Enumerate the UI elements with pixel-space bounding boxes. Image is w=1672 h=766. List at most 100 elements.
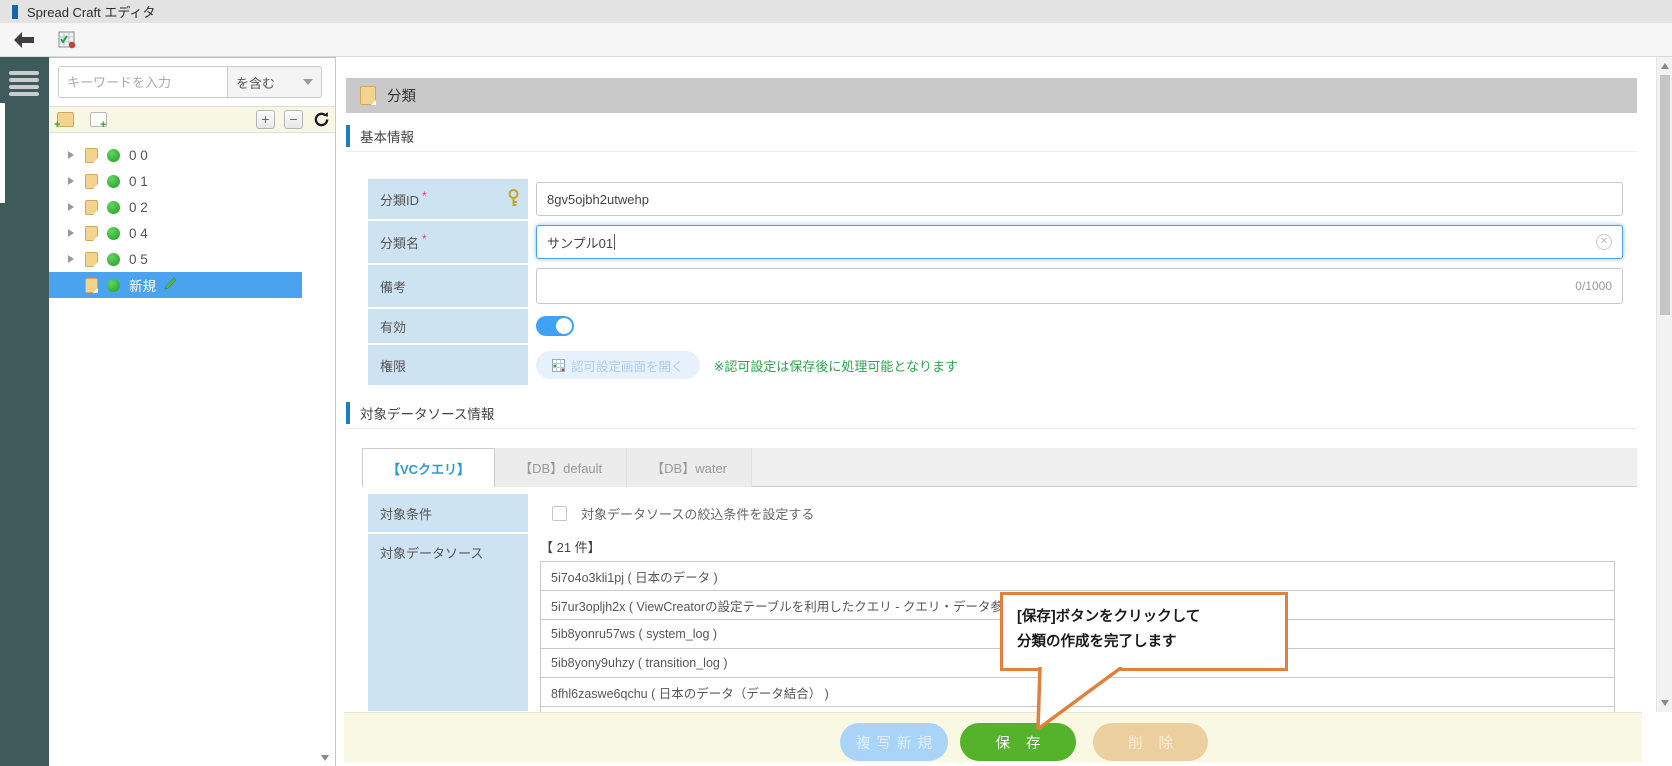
category-name-input[interactable]: サンプル01 ✕ [536,225,1623,259]
datasource-item[interactable]: 5i7o4o3kli1pj ( 日本のデータ ) [540,561,1615,591]
tree-item-label: 0 4 [129,226,148,241]
match-mode-select[interactable]: を含む [228,66,322,98]
section-accent-bar [346,402,350,424]
back-button[interactable] [12,31,36,49]
match-mode-value: を含む [236,73,275,92]
expand-arrow-icon[interactable] [68,177,74,185]
tree-search-row: を含む [49,58,335,106]
open-permission-screen-button[interactable]: 認可設定画面を開く [536,351,700,379]
text-caret [614,234,615,250]
form-row-permission: 権限 認可設定画面を開く ※認可設定は保存後に処理可能となります [368,345,1623,385]
refresh-button[interactable] [313,111,330,128]
expand-all-button[interactable]: + [256,110,275,129]
tree-scroll-down-arrow[interactable] [321,755,329,761]
add-category-button[interactable]: + [57,112,74,127]
field-label: 備考 [368,265,528,307]
tab-vc-query[interactable]: 【VCクエリ】 [362,448,495,487]
category-id-value: 8gv5ojbh2utwehp [547,192,649,207]
add-item-button[interactable]: + [90,112,107,127]
save-hint-callout: [保存]ボタンをクリックして 分類の作成を完了します [1000,592,1288,671]
menu-toggle-button[interactable] [9,71,39,101]
tab-db-water[interactable]: 【DB】water [627,448,752,487]
tree-item[interactable]: 0 0 [49,142,335,168]
tree-item-label: 0 0 [129,148,148,163]
datasource-count: 【 21 件】 [536,534,1623,562]
expand-arrow-placeholder [68,281,74,289]
label-text: 対象条件 [380,504,432,523]
tab-db-default[interactable]: 【DB】default [495,448,627,487]
field-label: 分類ID * [368,179,528,219]
status-dot-icon [107,279,120,292]
expand-arrow-icon[interactable] [68,229,74,237]
status-dot-icon [107,175,120,188]
section-basic-info: 基本情報 [346,120,1637,152]
app-title: Spread Craft エディタ [27,2,155,21]
permission-note: ※認可設定は保存後に処理可能となります [714,356,959,375]
key-icon [507,189,520,211]
main-content: 分類 基本情報 分類ID * 8gv5ojbh2utwehp [336,57,1656,766]
field-label: 有効 [368,309,528,343]
field-area [536,309,1623,343]
category-icon [85,200,98,215]
label-text: 対象データソース [380,543,483,562]
title-bar: Spread Craft エディタ [0,0,1672,23]
tree-item[interactable]: 0 5 [49,246,335,272]
form-row-target-condition: 対象条件 対象データソースの絞込条件を設定する [368,494,1623,532]
category-icon [85,148,98,163]
expand-arrow-icon[interactable] [68,255,74,263]
field-label: 分類名 * [368,221,528,263]
plus-badge-icon: + [54,121,63,130]
tree-item[interactable]: 0 4 [49,220,335,246]
tree-item-selected[interactable]: 新規 [49,272,302,298]
form-row-enabled: 有効 [368,309,1623,343]
required-asterisk: * [422,189,427,203]
toggle-knob [556,318,572,334]
scroll-down-arrow[interactable] [1661,700,1669,706]
form-row-category-id: 分類ID * 8gv5ojbh2utwehp [368,179,1623,219]
char-counter: 0/1000 [1575,279,1612,293]
tree-item[interactable]: 0 2 [49,194,335,220]
section-accent-bar [346,125,350,147]
condition-checkbox-label: 対象データソースの絞込条件を設定する [581,504,814,523]
enabled-toggle[interactable] [536,316,574,336]
expand-arrow-icon[interactable] [68,151,74,159]
edit-pencil-icon [163,277,178,294]
action-footer: 複写新規 保 存 削 除 [344,712,1642,762]
status-dot-icon [107,227,120,240]
spreadsheet-check-icon [58,31,76,49]
chevron-down-icon [303,79,313,85]
category-icon [85,174,98,189]
expand-arrow-icon[interactable] [68,203,74,211]
category-icon [85,226,98,241]
callout-line-1: [保存]ボタンをクリックして [1017,605,1271,630]
scrollbar-thumb[interactable] [1660,75,1670,315]
condition-checkbox[interactable] [552,506,567,521]
label-text: 有効 [380,317,406,336]
status-dot-icon [107,253,120,266]
vertical-scrollbar[interactable] [1656,57,1672,712]
callout-line-2: 分類の作成を完了します [1017,630,1271,655]
category-id-input[interactable]: 8gv5ojbh2utwehp [536,182,1623,216]
status-dot-icon [107,149,120,162]
field-area: 8gv5ojbh2utwehp [536,179,1623,219]
note-input[interactable]: 0/1000 [536,268,1623,304]
category-icon [85,252,98,267]
copy-new-button[interactable]: 複写新規 [840,723,948,761]
label-text: 分類ID [380,190,419,209]
datasource-tabs: 【VCクエリ】 【DB】default 【DB】water [362,448,1637,487]
form-row-target-datasource: 対象データソース 【 21 件】 5i7o4o3kli1pj ( 日本のデータ … [368,534,1623,711]
plus-badge-icon: + [100,121,109,130]
spread-craft-editor-window: { "window": { "title": "Spread Craft エディ… [0,0,1672,766]
tree-toolbar: + + + − [49,106,335,133]
sheet-settings-button[interactable] [58,31,76,49]
collapse-all-button[interactable]: − [284,110,303,129]
field-area: サンプル01 ✕ [536,221,1623,263]
tree-item[interactable]: 0 1 [49,168,335,194]
form-row-category-name: 分類名 * サンプル01 ✕ [368,221,1623,263]
scroll-up-arrow[interactable] [1661,63,1669,69]
keyword-search-input[interactable] [58,66,228,98]
tree-item-label: 0 5 [129,252,148,267]
category-icon [360,86,376,105]
rail-active-indicator [0,103,5,203]
clear-input-icon[interactable]: ✕ [1596,234,1612,250]
